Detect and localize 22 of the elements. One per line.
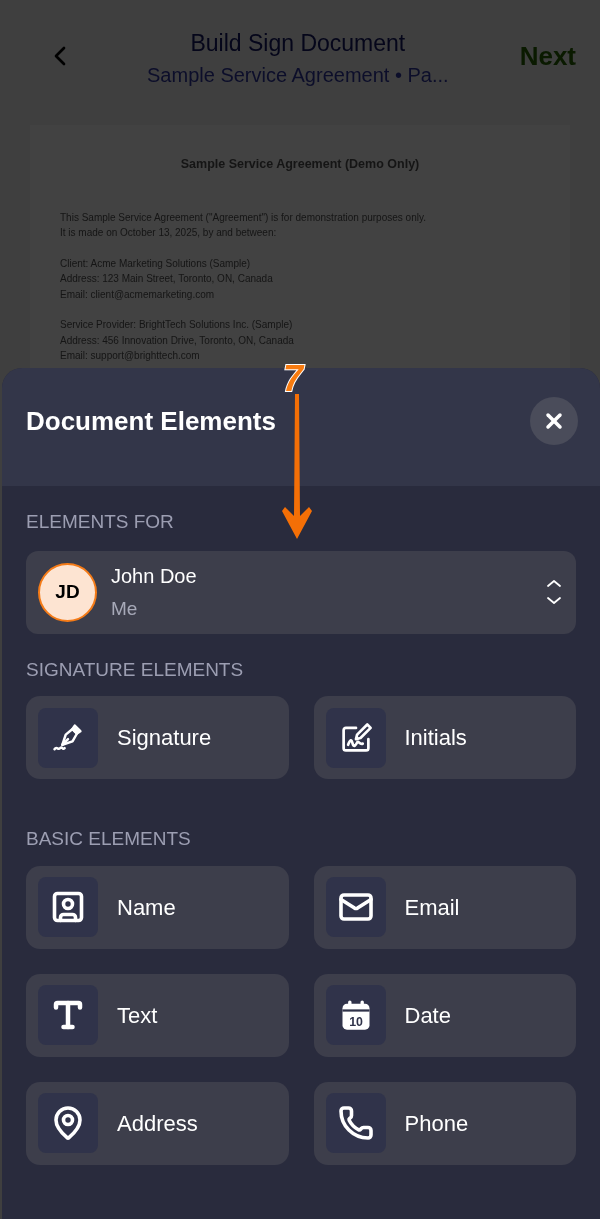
sheet-title: Document Elements bbox=[26, 404, 276, 438]
section-label: BASIC ELEMENTS bbox=[26, 827, 192, 851]
element-button[interactable]: Email bbox=[313, 865, 576, 949]
close-button[interactable] bbox=[530, 397, 578, 445]
element-button[interactable]: Name bbox=[26, 865, 289, 949]
element-button[interactable]: Initials bbox=[313, 696, 576, 779]
step-number: 7 bbox=[283, 357, 304, 401]
phone-icon bbox=[337, 1105, 374, 1141]
contact-card-icon bbox=[50, 889, 86, 925]
up-down-chevron-icon bbox=[546, 578, 562, 606]
avatar: JD bbox=[38, 562, 97, 622]
signer-selector[interactable]: JD John Doe Me bbox=[26, 550, 576, 634]
element-button[interactable]: Address bbox=[26, 1081, 289, 1165]
page-title: Build Sign Document bbox=[190, 28, 406, 58]
section-label: SIGNATURE ELEMENTS bbox=[26, 657, 245, 682]
element-button[interactable]: 10 Date bbox=[313, 973, 576, 1057]
element-button[interactable]: Text bbox=[26, 973, 289, 1057]
signer-role: Me bbox=[111, 596, 139, 621]
section-label: ELEMENTS FOR bbox=[26, 510, 175, 534]
element-button[interactable]: Signature bbox=[26, 696, 289, 779]
element-button[interactable]: Phone bbox=[313, 1081, 576, 1165]
signer-name: John Doe bbox=[111, 563, 198, 589]
